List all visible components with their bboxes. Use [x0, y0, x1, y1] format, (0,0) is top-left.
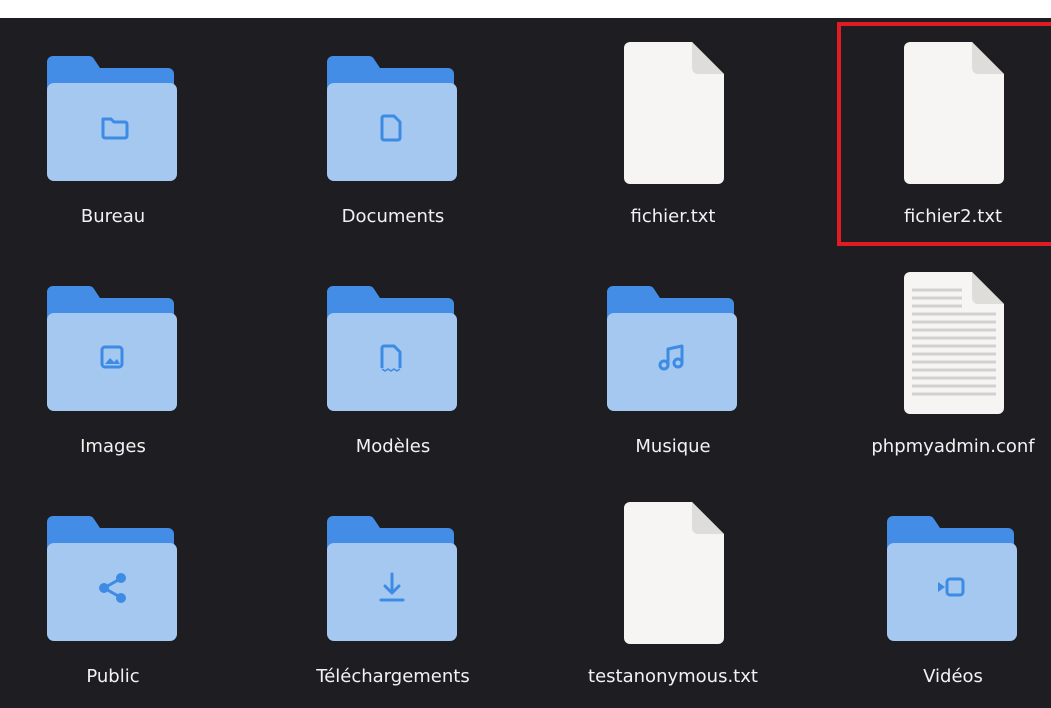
folder-icon [838, 478, 1051, 646]
file-item-images[interactable]: Images [0, 248, 228, 458]
file-label: Public [86, 666, 140, 687]
folder-icon [278, 18, 508, 186]
file-item-fichier2-txt[interactable]: fichier2.txt [838, 18, 1051, 228]
folder-icon [0, 248, 228, 416]
file-label: fichier.txt [630, 206, 716, 227]
file-label: Images [80, 436, 146, 457]
file-grid[interactable]: Bureau Documents fichier.txt fichier2.tx… [0, 18, 1051, 708]
text-file-icon [838, 248, 1051, 416]
folder-icon [278, 248, 508, 416]
top-strip [0, 0, 1051, 18]
file-item-modeles[interactable]: Modèles [278, 248, 508, 458]
file-label: Documents [341, 206, 445, 227]
file-item-phpmyadmin-conf[interactable]: phpmyadmin.conf [838, 248, 1051, 458]
file-label: Téléchargements [316, 666, 470, 687]
file-item-musique[interactable]: Musique [558, 248, 788, 458]
file-label: Vidéos [923, 666, 983, 687]
file-item-documents[interactable]: Documents [278, 18, 508, 228]
folder-icon [278, 478, 508, 646]
file-label: Modèles [355, 436, 431, 457]
blank-file-icon [558, 18, 788, 186]
file-label: Bureau [80, 206, 146, 227]
file-item-fichier-txt[interactable]: fichier.txt [558, 18, 788, 228]
file-item-testanonymous-txt[interactable]: testanonymous.txt [558, 478, 788, 688]
blank-file-icon [838, 18, 1051, 186]
file-item-bureau[interactable]: Bureau [0, 18, 228, 228]
file-item-public[interactable]: Public [0, 478, 228, 688]
file-label: Musique [635, 436, 711, 457]
folder-icon [0, 478, 228, 646]
file-label: fichier2.txt [903, 206, 1003, 227]
folder-icon [0, 18, 228, 186]
file-item-telechargements[interactable]: Téléchargements [278, 478, 508, 688]
file-label: phpmyadmin.conf [871, 436, 1035, 457]
file-label: testanonymous.txt [588, 666, 758, 687]
folder-icon [558, 248, 788, 416]
file-item-videos[interactable]: Vidéos [838, 478, 1051, 688]
blank-file-icon [558, 478, 788, 646]
